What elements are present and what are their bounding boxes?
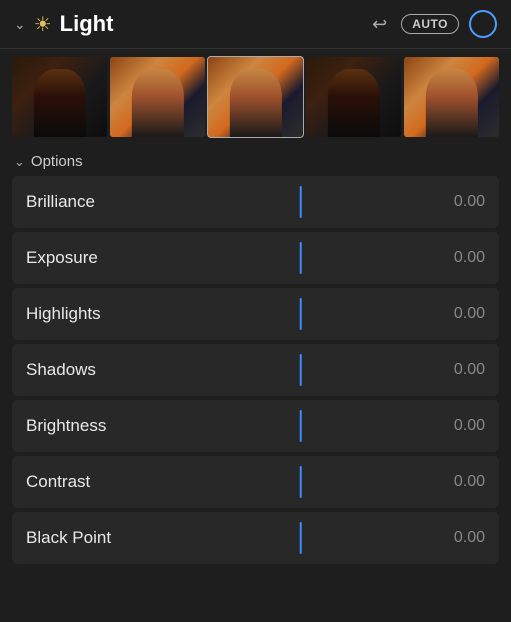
slider-track[interactable] xyxy=(166,176,435,228)
slider-label: Brilliance xyxy=(26,192,166,212)
auto-button[interactable]: AUTO xyxy=(401,14,459,34)
slider-handle xyxy=(299,466,302,498)
slider-label: Highlights xyxy=(26,304,166,324)
film-frame[interactable] xyxy=(208,57,303,137)
undo-button[interactable]: ↩ xyxy=(368,12,391,37)
toggle-circle-button[interactable] xyxy=(469,10,497,38)
film-frame[interactable] xyxy=(404,57,499,137)
header-left: ⌄ ☀ Light xyxy=(14,11,368,37)
slider-track[interactable] xyxy=(166,512,435,564)
slider-row[interactable]: Highlights 0.00 xyxy=(12,288,499,340)
sliders-container: Brilliance 0.00 Exposure 0.00 Highlights… xyxy=(0,176,511,566)
film-frame[interactable] xyxy=(12,57,107,137)
collapse-chevron-icon[interactable]: ⌄ xyxy=(14,16,26,33)
slider-value: 0.00 xyxy=(435,529,485,547)
options-label: Options xyxy=(31,153,83,170)
header-controls: ↩ AUTO xyxy=(368,10,497,38)
film-frame[interactable] xyxy=(110,57,205,137)
slider-value: 0.00 xyxy=(435,249,485,267)
slider-handle xyxy=(299,354,302,386)
slider-label: Shadows xyxy=(26,360,166,380)
slider-label: Contrast xyxy=(26,472,166,492)
slider-row[interactable]: Exposure 0.00 xyxy=(12,232,499,284)
light-panel: ⌄ ☀ Light ↩ AUTO ⌄ Options xyxy=(0,0,511,622)
slider-value: 0.00 xyxy=(435,305,485,323)
slider-row[interactable]: Shadows 0.00 xyxy=(12,344,499,396)
slider-handle xyxy=(299,522,302,554)
slider-handle xyxy=(299,186,302,218)
slider-track[interactable] xyxy=(166,344,435,396)
slider-handle xyxy=(299,410,302,442)
slider-label: Brightness xyxy=(26,416,166,436)
slider-track[interactable] xyxy=(166,400,435,452)
film-frame[interactable] xyxy=(306,57,401,137)
slider-track[interactable] xyxy=(166,232,435,284)
slider-label: Black Point xyxy=(26,528,166,548)
slider-handle xyxy=(299,242,302,274)
sun-icon: ☀ xyxy=(34,12,52,37)
options-header[interactable]: ⌄ Options xyxy=(0,145,511,176)
filmstrip xyxy=(0,49,511,145)
slider-value: 0.00 xyxy=(435,473,485,491)
panel-header: ⌄ ☀ Light ↩ AUTO xyxy=(0,0,511,49)
slider-row[interactable]: Brilliance 0.00 xyxy=(12,176,499,228)
slider-row[interactable]: Brightness 0.00 xyxy=(12,400,499,452)
options-chevron-icon: ⌄ xyxy=(14,154,25,170)
slider-value: 0.00 xyxy=(435,361,485,379)
slider-row[interactable]: Black Point 0.00 xyxy=(12,512,499,564)
panel-title: Light xyxy=(60,11,114,37)
slider-value: 0.00 xyxy=(435,417,485,435)
slider-track[interactable] xyxy=(166,456,435,508)
slider-handle xyxy=(299,298,302,330)
slider-row[interactable]: Contrast 0.00 xyxy=(12,456,499,508)
slider-label: Exposure xyxy=(26,248,166,268)
slider-value: 0.00 xyxy=(435,193,485,211)
slider-track[interactable] xyxy=(166,288,435,340)
